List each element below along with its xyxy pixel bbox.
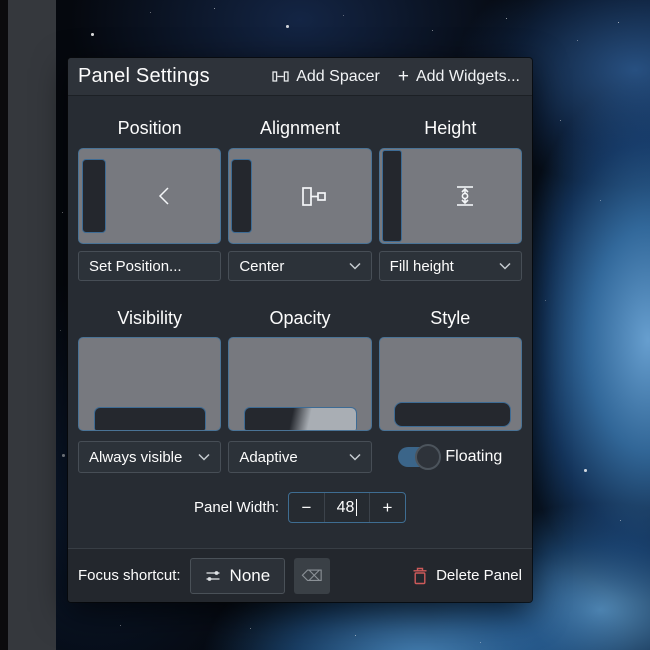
chevron-down-icon [349,262,361,270]
position-preview[interactable] [78,148,221,244]
visibility-preview[interactable] [78,337,221,431]
opacity-section-label: Opacity [228,308,371,329]
alignment-combobox[interactable]: Center [228,251,371,281]
opacity-value: Adaptive [239,449,297,466]
height-preview[interactable] [379,148,522,244]
height-combobox[interactable]: Fill height [379,251,522,281]
alignment-value: Center [239,258,284,275]
add-spacer-button[interactable]: Add Spacer [272,68,380,86]
chevron-down-icon [198,453,210,461]
plus-icon: + [398,67,409,86]
spacer-icon [272,70,289,83]
shortcut-button[interactable]: None [190,558,286,594]
style-section-label: Style [379,308,522,329]
dialog-footer: Focus shortcut: None ⌫ Delete Panel [68,548,532,602]
chevron-down-icon [349,453,361,461]
chevron-left-icon [109,149,220,243]
floating-label: Floating [445,448,502,466]
section-labels-row-2: Visibility Opacity Style [78,304,522,332]
panel-settings-dialog: Panel Settings Add Spacer + Add Widgets.… [68,58,532,602]
delete-panel-label: Delete Panel [436,567,522,584]
visibility-value: Always visible [89,449,182,466]
dialog-title: Panel Settings [78,65,254,88]
preview-row-2 [78,337,522,431]
opacity-panel-bar [244,407,356,430]
panel-width-label: Panel Width: [194,499,279,516]
panel-width-value: 48 [337,499,355,517]
shortcut-value: None [230,566,271,586]
panel-height-bar [382,150,402,242]
panel-width-row: Panel Width: − 48 + [68,492,532,523]
height-value: Fill height [390,258,454,275]
add-widgets-label: Add Widgets... [416,68,520,86]
opacity-preview[interactable] [228,337,371,431]
focus-shortcut-label: Focus shortcut: [78,567,181,584]
floating-toggle-cell: Floating [379,441,522,473]
alignment-section-label: Alignment [228,118,371,139]
backspace-icon: ⌫ [302,567,323,585]
desktop-wallpaper: Panel Settings Add Spacer + Add Widgets.… [0,0,650,650]
sliders-icon [205,568,221,584]
chevron-down-icon [499,262,511,270]
opacity-combobox[interactable]: Adaptive [228,441,371,473]
controls-row-2: Always visible Adaptive Floating [78,441,522,473]
style-panel-bar [394,402,511,427]
toggle-knob [415,444,441,470]
floating-toggle[interactable] [398,447,438,467]
trash-icon [412,567,428,585]
align-center-icon [259,149,370,243]
visibility-section-label: Visibility [78,308,221,329]
panel-alignment-bar [231,159,252,233]
controls-row-1: Set Position... Center Fill height [78,251,522,281]
add-spacer-label: Add Spacer [296,68,380,86]
position-section-label: Position [78,118,221,139]
set-position-label: Set Position... [89,258,182,275]
increment-button[interactable]: + [370,493,405,522]
delete-panel-button[interactable]: Delete Panel [412,567,522,585]
panel-width-spinbox: − 48 + [288,492,406,523]
decrement-button[interactable]: − [289,493,324,522]
visibility-combobox[interactable]: Always visible [78,441,221,473]
panel-width-value-field[interactable]: 48 [324,493,370,522]
style-preview[interactable] [379,337,522,431]
preview-row-1 [78,148,522,244]
set-position-button[interactable]: Set Position... [78,251,221,281]
text-caret [356,499,357,516]
left-panel-strip[interactable] [0,0,56,650]
alignment-preview[interactable] [228,148,371,244]
clear-shortcut-button[interactable]: ⌫ [294,558,330,594]
dialog-header: Panel Settings Add Spacer + Add Widgets.… [68,58,532,96]
section-labels-row-1: Position Alignment Height [78,114,522,142]
fill-height-icon [410,149,521,243]
visibility-panel-bar [94,407,206,430]
height-section-label: Height [379,118,522,139]
add-widgets-button[interactable]: + Add Widgets... [398,67,520,86]
panel-position-bar [82,159,106,233]
